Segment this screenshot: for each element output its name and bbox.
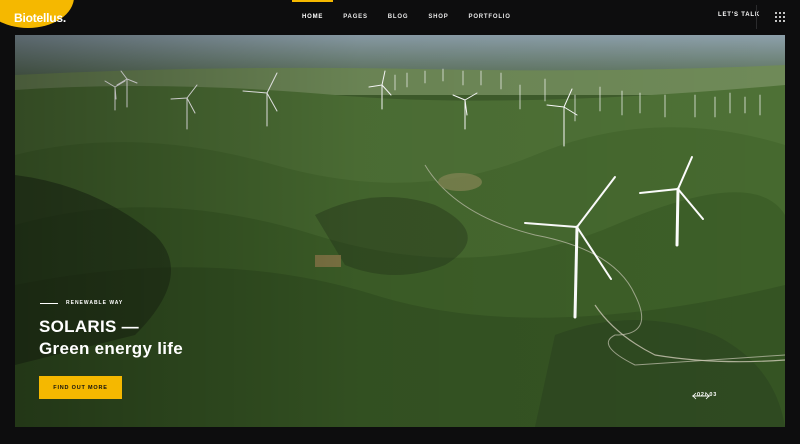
nav-item-pages[interactable]: PAGES	[333, 0, 378, 35]
nav-item-portfolio[interactable]: PORTFOLIO	[459, 0, 521, 35]
logo[interactable]: Biotellus.	[14, 11, 66, 25]
headline-line-1: SOLARIS —	[39, 317, 139, 336]
nav-item-home[interactable]: HOME	[292, 0, 334, 35]
lets-talk-link[interactable]: LET'S TALK	[718, 12, 760, 18]
headline-line-2: Green energy life	[39, 339, 183, 358]
header-divider	[756, 5, 757, 29]
hero-eyebrow: RENEWABLE WAY	[40, 300, 123, 306]
nav-item-blog[interactable]: BLOG	[378, 0, 419, 35]
nav-item-shop[interactable]: SHOP	[418, 0, 458, 35]
hero-headline: SOLARIS — Green energy life	[39, 316, 183, 360]
hero-slider: RENEWABLE WAY SOLARIS — Green energy lif…	[15, 35, 785, 427]
arrow-right-icon[interactable]	[691, 392, 711, 400]
slider-nav: 02/ 03	[691, 392, 723, 400]
eyebrow-text: RENEWABLE WAY	[66, 300, 124, 306]
eyebrow-line	[40, 302, 58, 304]
hero-overlay	[15, 35, 785, 427]
grid-menu-icon[interactable]	[775, 12, 786, 23]
main-nav: HOME PAGES BLOG SHOP PORTFOLIO	[292, 0, 521, 35]
find-out-more-button[interactable]: FIND OUT MORE	[39, 376, 122, 399]
